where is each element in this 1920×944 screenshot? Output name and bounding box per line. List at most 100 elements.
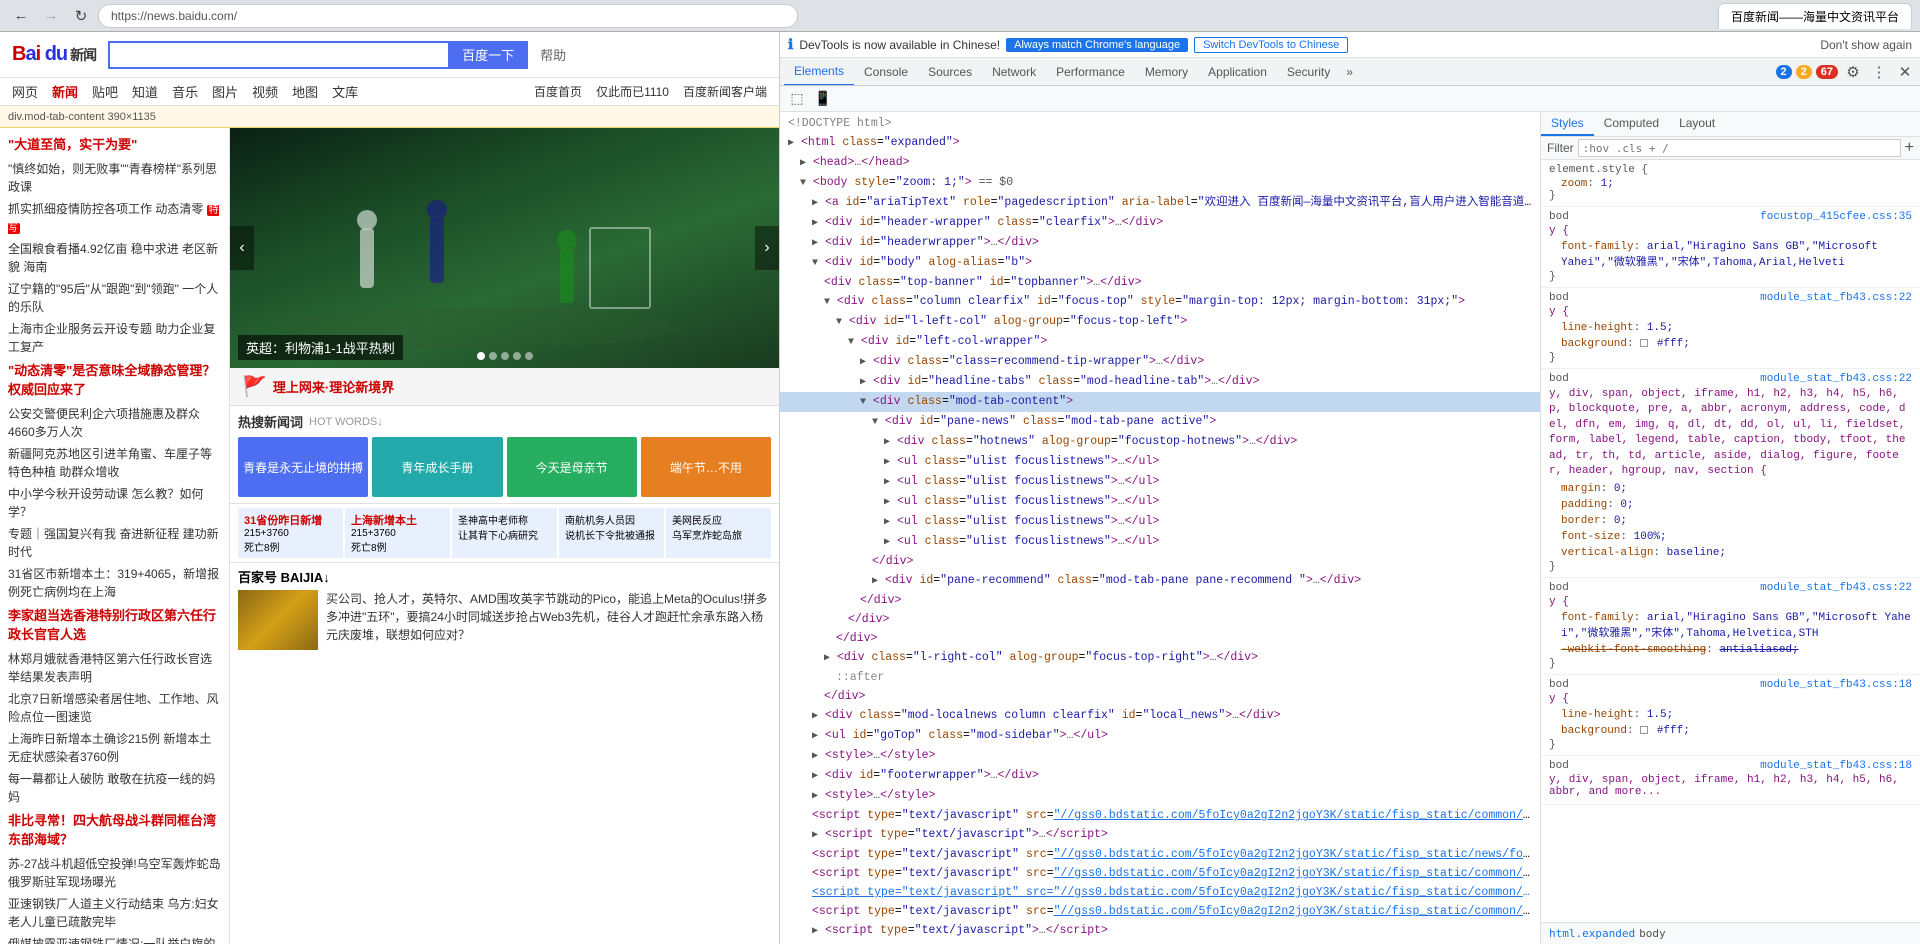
inspect-element-button[interactable]: ⬚ [786, 88, 808, 110]
stat-card-2[interactable]: 上海新增本土 215+3760 死亡8例 [345, 508, 450, 558]
dismiss-button[interactable]: Don't show again [1820, 38, 1912, 52]
news-item-7[interactable]: "动态清零"是否意味全域静态管理？权威回应来了 [8, 358, 221, 403]
news-item-19[interactable]: 苏-27战斗机超低空投弹!乌空军轰炸蛇岛俄罗斯驻军现场曝光 [8, 853, 221, 893]
html-line[interactable]: ▶ <ul class="ulist focuslistnews">…</ul> [780, 452, 1540, 472]
html-line[interactable]: ▶ <div id="headerwrapper">…</div> [780, 233, 1540, 253]
style-file-4[interactable]: module_stat_fb43.css:22 [1760, 582, 1912, 594]
address-bar[interactable]: https://news.baidu.com/ [98, 4, 798, 28]
styles-filter-input[interactable] [1578, 139, 1901, 157]
html-line[interactable]: ▶ <script type="text/javascript">…</scri… [780, 825, 1540, 845]
stat-card-1[interactable]: 31省份昨日新增 215+3760 死亡8例 [238, 508, 343, 558]
news-item-2[interactable]: "慎终如始，则无败事""青春榜样"系列思政课 [8, 158, 221, 198]
styles-tab-styles[interactable]: Styles [1541, 112, 1594, 136]
html-line[interactable]: ▶ <script type="text/javascript">…</scri… [780, 921, 1540, 941]
html-line[interactable]: ▼ <div class="column clearfix" id="focus… [780, 292, 1540, 312]
html-line[interactable]: <div class="top-banner" id="topbanner">…… [780, 273, 1540, 292]
tab-elements[interactable]: Elements [784, 58, 854, 86]
tab-network[interactable]: Network [982, 58, 1046, 86]
breadcrumb-item-html[interactable]: html.expanded [1549, 927, 1635, 940]
html-line[interactable]: </div> [780, 610, 1540, 629]
style-file-1[interactable]: focustop_415cfee.css:35 [1760, 211, 1912, 223]
html-line[interactable]: ▶ <div class="class=recommend-tip-wrappe… [780, 352, 1540, 372]
breadcrumb-item-body[interactable]: body [1639, 927, 1666, 940]
tab-performance[interactable]: Performance [1046, 58, 1135, 86]
news-item-21[interactable]: 俄媒披露亚速钢铁厂情况:一队举白旗的马士兵从内走出来 [8, 933, 221, 944]
html-line[interactable]: ▼ <div id="pane-news" class="mod-tab-pan… [780, 412, 1540, 432]
stat-card-4[interactable]: 南航机务人员因 说机长下令批被通报 [559, 508, 664, 558]
html-line[interactable]: ▶ <div class="mod-localnews column clear… [780, 706, 1540, 726]
html-line[interactable]: ▶ <div id="footerwrapper">…</div> [780, 766, 1540, 786]
html-line[interactable]: ▶ <div id="pane-recommend" class="mod-ta… [780, 571, 1540, 591]
tab-application[interactable]: Application [1198, 58, 1277, 86]
nav-tieba[interactable]: 贴吧 [92, 82, 118, 101]
html-line[interactable]: ▶ <head>…</head> [780, 153, 1540, 173]
styles-tab-layout[interactable]: Layout [1669, 112, 1725, 136]
html-line[interactable]: ▶ <style>…</style> [780, 746, 1540, 766]
html-line[interactable]: </div> [780, 591, 1540, 610]
news-item-14[interactable]: 林郑月娥就香港特区第六任行政长官选举结果发表声明 [8, 648, 221, 688]
nav-forward-button[interactable]: → [38, 3, 64, 29]
news-item-13[interactable]: 李家超当选香港特别行政区第六任行政长官官人选 [8, 603, 221, 648]
news-item-3[interactable]: 抓实抓细疫情防控各项工作 动态清零 特写 [8, 198, 221, 238]
html-line[interactable]: ▼ <div id="l-left-col" alog-group="focus… [780, 312, 1540, 332]
style-file-2[interactable]: module_stat_fb43.css:22 [1760, 292, 1912, 304]
style-file-6[interactable]: module_stat_fb43.css:18 [1760, 760, 1912, 772]
tab-security[interactable]: Security [1277, 58, 1340, 86]
news-item-1[interactable]: "大道至简，实干为要" [8, 132, 221, 158]
html-line[interactable]: ▶ <html class="expanded"> [780, 133, 1540, 153]
news-item-18[interactable]: 非比寻常！四大航母战斗群同框台湾东部海域？ [8, 808, 221, 853]
html-line[interactable]: <script type="text/javascript" src="//gs… [780, 845, 1540, 864]
html-line-body[interactable]: ▼ <body style="zoom: 1;"> == $0 [780, 173, 1540, 193]
nav-music[interactable]: 音乐 [172, 82, 198, 101]
nav-refresh-button[interactable]: ↻ [68, 3, 94, 29]
html-line[interactable]: ▶ <ul id="goTop" class="mod-sidebar">…</… [780, 726, 1540, 746]
switch-devtools-button[interactable]: Switch DevTools to Chinese [1194, 37, 1348, 53]
settings-button[interactable]: ⚙ [1842, 61, 1864, 83]
nav-map[interactable]: 地图 [292, 82, 318, 101]
news-item-15[interactable]: 北京7日新增感染者居住地、工作地、风险点位一图速览 [8, 688, 221, 728]
nav-webpage[interactable]: 网页 [12, 82, 38, 101]
hot-card-4[interactable]: 端午节…不用 [641, 437, 771, 497]
html-line[interactable]: ▶ <div class="l-right-col" alog-group="f… [780, 648, 1540, 668]
news-item-16[interactable]: 上海昨日新增本土确诊215例 新增本土无症状感染者3760例 [8, 728, 221, 768]
html-line[interactable]: ▶ <ul class="ulist focuslistnews">…</ul> [780, 532, 1540, 552]
news-item-20[interactable]: 亚速钢铁厂人道主义行动结束 乌方:妇女老人儿童已疏散完毕 [8, 893, 221, 933]
html-line-pseudo[interactable]: ::after [780, 668, 1540, 687]
nav-back-button[interactable]: ← [8, 3, 34, 29]
style-file-5[interactable]: module_stat_fb43.css:18 [1760, 679, 1912, 691]
html-line[interactable]: ▶ <style>…</style> [780, 786, 1540, 806]
html-line[interactable]: ▶ <ul class="ulist focuslistnews">…</ul> [780, 472, 1540, 492]
nav-only[interactable]: 仅此而已1110 [596, 83, 669, 100]
news-item-9[interactable]: 新疆阿克苏地区引进羊角蜜、车厘子等特色种植 助群众增收 [8, 443, 221, 483]
hot-card-3[interactable]: 今天是母亲节 [507, 437, 637, 497]
stat-card-3[interactable]: 圣神高中老师称 让其背下心病研究 [452, 508, 557, 558]
html-line[interactable]: <script type="text/javascript" src="//gs… [780, 902, 1540, 921]
carousel-prev-button[interactable]: ‹ [230, 226, 254, 270]
news-item-12[interactable]: 31省区市新增本土：319+4065，新增报例死亡病例均在上海 [8, 563, 221, 603]
tab-console[interactable]: Console [854, 58, 918, 86]
device-toolbar-button[interactable]: 📱 [812, 88, 834, 110]
nav-client[interactable]: 百度新闻客户端 [683, 83, 767, 100]
help-link[interactable]: 帮助 [540, 45, 566, 64]
more-options-button[interactable]: ⋮ [1868, 61, 1890, 83]
add-style-button[interactable]: + [1905, 140, 1914, 156]
html-line[interactable]: <script type="text/javascript" src="//gs… [780, 864, 1540, 883]
close-devtools-button[interactable]: ✕ [1894, 61, 1916, 83]
html-line[interactable]: ▶ <div class="hotnews" alog-group="focus… [780, 432, 1540, 452]
html-line[interactable]: ▶ <div id="header-wrapper" class="clearf… [780, 213, 1540, 233]
html-line[interactable]: </div> [780, 552, 1540, 571]
carousel-next-button[interactable]: › [755, 226, 779, 270]
nav-baidu-home[interactable]: 百度首页 [534, 83, 582, 100]
html-line[interactable]: </div> [780, 687, 1540, 706]
tab-more[interactable]: » [1340, 58, 1359, 86]
nav-zhidao[interactable]: 知道 [132, 82, 158, 101]
match-language-button[interactable]: Always match Chrome's language [1006, 38, 1188, 52]
html-line-selected[interactable]: ▼ <div class="mod-tab-content"> [780, 392, 1540, 412]
style-file-3[interactable]: module_stat_fb43.css:22 [1760, 373, 1912, 385]
html-line[interactable]: ▶ <div id="headline-tabs" class="mod-hea… [780, 372, 1540, 392]
html-line[interactable]: ▶ <ul class="ulist focuslistnews">…</ul> [780, 492, 1540, 512]
html-line-script-link2[interactable]: <script type="text/javascript" src="//gs… [780, 883, 1540, 902]
news-item-17[interactable]: 每一幕都让人破防 敢敬在抗疫一线的妈妈 [8, 768, 221, 808]
html-line[interactable]: <script type="text/javascript" src="//gs… [780, 806, 1540, 825]
news-item-8[interactable]: 公安交警便民利企六项措施惠及群众4660多万人次 [8, 403, 221, 443]
